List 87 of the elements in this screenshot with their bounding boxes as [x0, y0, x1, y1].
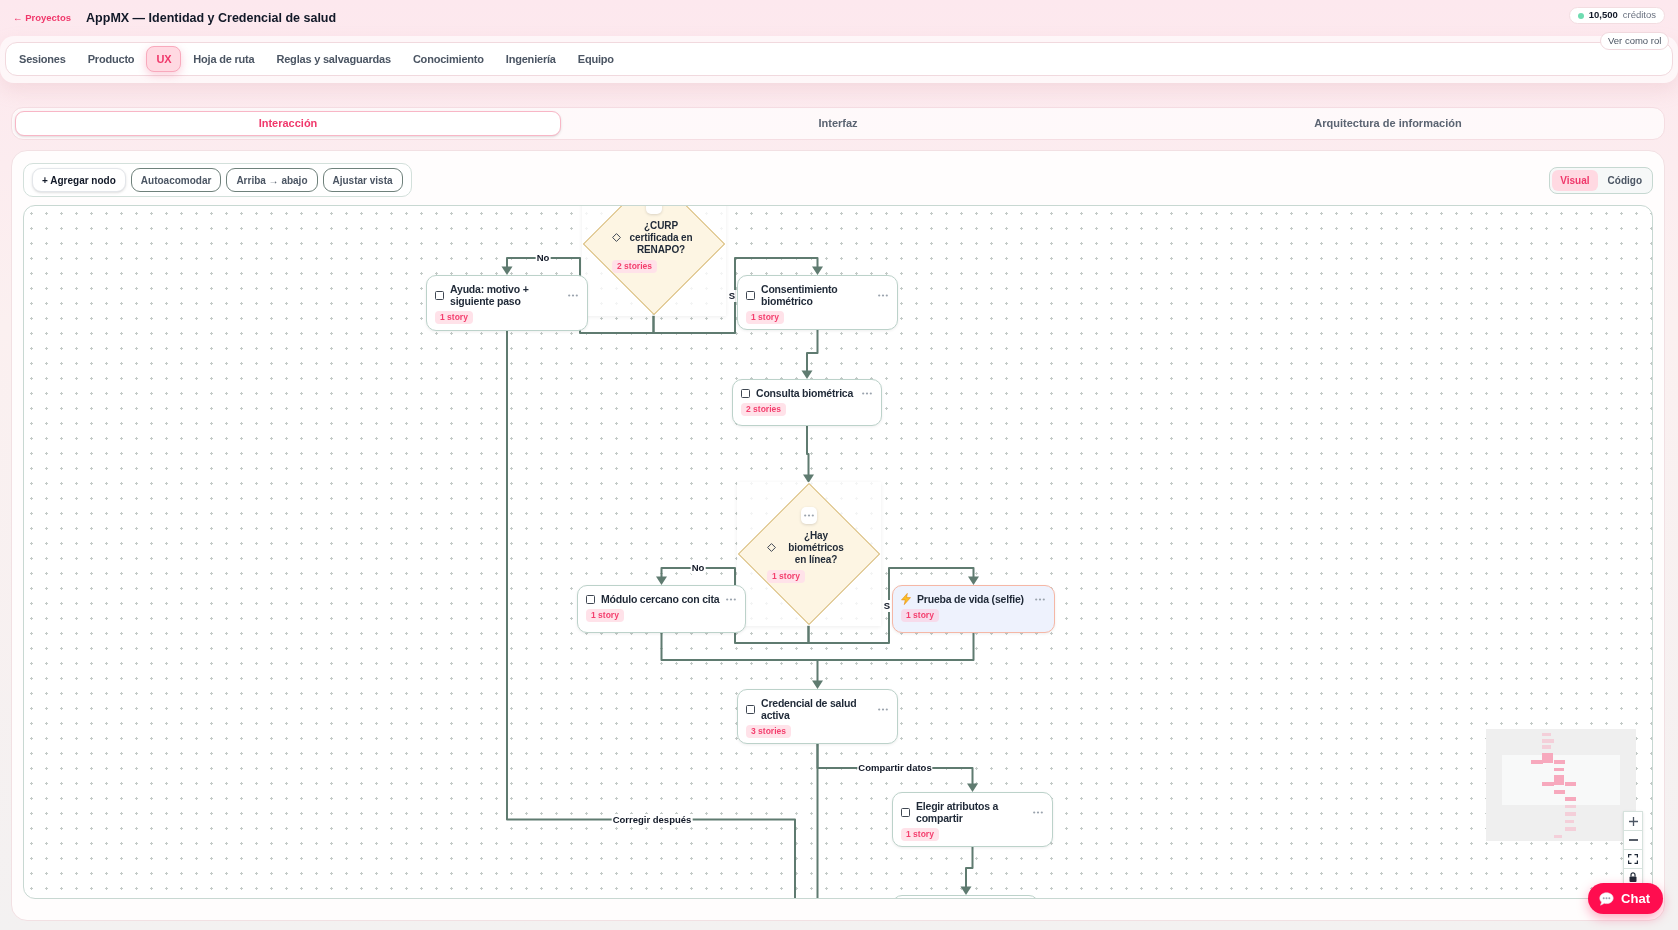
node-title: Elegir atributos a compartir: [916, 800, 1000, 824]
edge-label: S: [727, 290, 737, 302]
square-icon: [586, 594, 595, 604]
chat-button[interactable]: Chat: [1588, 883, 1663, 914]
story-badge: 1 story: [586, 609, 624, 622]
story-badge: 1 story: [435, 311, 473, 324]
toolbar-button[interactable]: Arriba → abajo: [226, 168, 318, 192]
ellipsis-icon[interactable]: [878, 707, 888, 711]
flow-node[interactable]: Consulta biométrica 2 stories: [732, 379, 882, 426]
lightning-icon: [901, 593, 911, 605]
nav-tab[interactable]: Equipo: [567, 46, 624, 72]
project-title: AppMX — Identidad y Credencial de salud: [86, 9, 337, 27]
status-dot-icon: [1577, 12, 1584, 19]
flow-node[interactable]: Credencial de salud activa 3 stories: [737, 689, 898, 744]
square-icon: [746, 704, 755, 714]
sub-tab[interactable]: Interfaz: [565, 111, 1111, 136]
story-badge: 3 stories: [746, 725, 791, 738]
minimap-node: [1565, 827, 1576, 831]
sub-tab[interactable]: Interacción: [15, 111, 561, 136]
minimap-node: [1542, 733, 1551, 736]
diamond-icon: [767, 543, 776, 552]
toolbar-button[interactable]: Ajustar vista: [322, 168, 403, 192]
nav-tab[interactable]: Conocimiento: [402, 46, 494, 72]
ellipsis-icon[interactable]: [1035, 597, 1045, 601]
flow-node[interactable]: Elegir atributos a compartir 1 story: [892, 792, 1053, 847]
minimap-node: [1565, 812, 1576, 816]
credits-amount: 10,500: [1588, 8, 1618, 23]
decision-title: ¿Hay biométricos en línea?: [787, 529, 845, 566]
ellipsis-icon[interactable]: [726, 597, 736, 601]
minimap-viewport[interactable]: [1502, 755, 1620, 805]
nav-tab[interactable]: Hoja de ruta: [183, 46, 265, 72]
node-title: Ayuda: motivo + siguiente paso: [450, 283, 530, 307]
flow-node[interactable]: Ayuda: motivo + siguiente paso 1 story: [426, 275, 588, 331]
node-title: Consentimiento biométrico: [761, 283, 839, 307]
edge-label: Compartir datos: [857, 762, 933, 774]
toolbar-button[interactable]: Autoacomodar: [130, 168, 222, 192]
node-title: Consulta biométrica: [756, 387, 855, 399]
minimap-node: [1554, 835, 1562, 838]
square-icon: [435, 290, 444, 300]
decision-title: ¿CURP certificada en RENAPO?: [628, 219, 694, 256]
node-title: Credencial de salud activa: [761, 697, 858, 721]
edge-label: S: [882, 600, 892, 612]
story-badge: 1 story: [901, 609, 939, 622]
fit-view-icon[interactable]: [1628, 854, 1638, 864]
ellipsis-icon[interactable]: [862, 391, 872, 395]
story-badge: 2 stories: [741, 403, 786, 416]
node-title: Módulo cercano con cita: [601, 593, 720, 605]
ellipsis-icon[interactable]: [878, 293, 888, 297]
story-badge: 1 story: [746, 311, 784, 324]
decision-node[interactable]: ¿CURP certificada en RENAPO? 2 stories: [581, 206, 726, 316]
nav-tab[interactable]: Reglas y salvaguardas: [266, 46, 401, 72]
flow-connector: [803, 425, 814, 483]
minimap-node: [1542, 739, 1554, 743]
flow-node[interactable]: Módulo cercano con cita 1 story: [577, 585, 746, 633]
story-badge: 1 story: [901, 828, 939, 841]
decision-node[interactable]: ¿Hay biométricos en línea? 1 story: [736, 482, 881, 626]
nav-tab[interactable]: Ingeniería: [495, 46, 566, 72]
view-as-role-button[interactable]: Ver como rol: [1600, 32, 1670, 50]
lock-icon[interactable]: [1629, 872, 1637, 882]
chat-bubble-icon: [1599, 891, 1615, 906]
edge-label: No: [535, 252, 551, 264]
minimap-node: [1565, 797, 1576, 801]
minimap-node: [1554, 768, 1564, 771]
edge-label: No: [690, 562, 706, 574]
ellipsis-icon[interactable]: [803, 514, 814, 517]
node-title: Prueba de vida (selfie): [917, 593, 1025, 605]
toolbar-button[interactable]: + Agregar nodo: [32, 168, 126, 192]
diamond-icon: [612, 233, 621, 242]
square-icon: [901, 807, 910, 817]
ellipsis-icon[interactable]: [1033, 810, 1043, 814]
zoom-in-icon[interactable]: [1628, 816, 1638, 826]
minimap-node: [1542, 745, 1551, 749]
flow-node[interactable]: Consentimiento biométrico 1 story: [737, 275, 898, 330]
minimap-node: [1565, 820, 1574, 823]
credits-label: créditos: [1622, 8, 1656, 23]
flow-node[interactable]: Prueba de vida (selfie) 1 story: [892, 585, 1055, 633]
view-toggle-option[interactable]: Código: [1599, 169, 1650, 191]
ellipsis-icon[interactable]: [568, 293, 578, 297]
square-icon: [746, 290, 755, 300]
edge-label: Corregir después: [611, 813, 693, 826]
minimap-node: [1554, 790, 1565, 794]
square-icon: [741, 388, 750, 398]
flow-connector: [960, 846, 974, 895]
sub-tab[interactable]: Arquitectura de información: [1115, 111, 1661, 136]
nav-tab[interactable]: Producto: [77, 46, 145, 72]
nav-tab[interactable]: Sesiones: [9, 46, 76, 72]
minimap-node: [1565, 805, 1576, 808]
